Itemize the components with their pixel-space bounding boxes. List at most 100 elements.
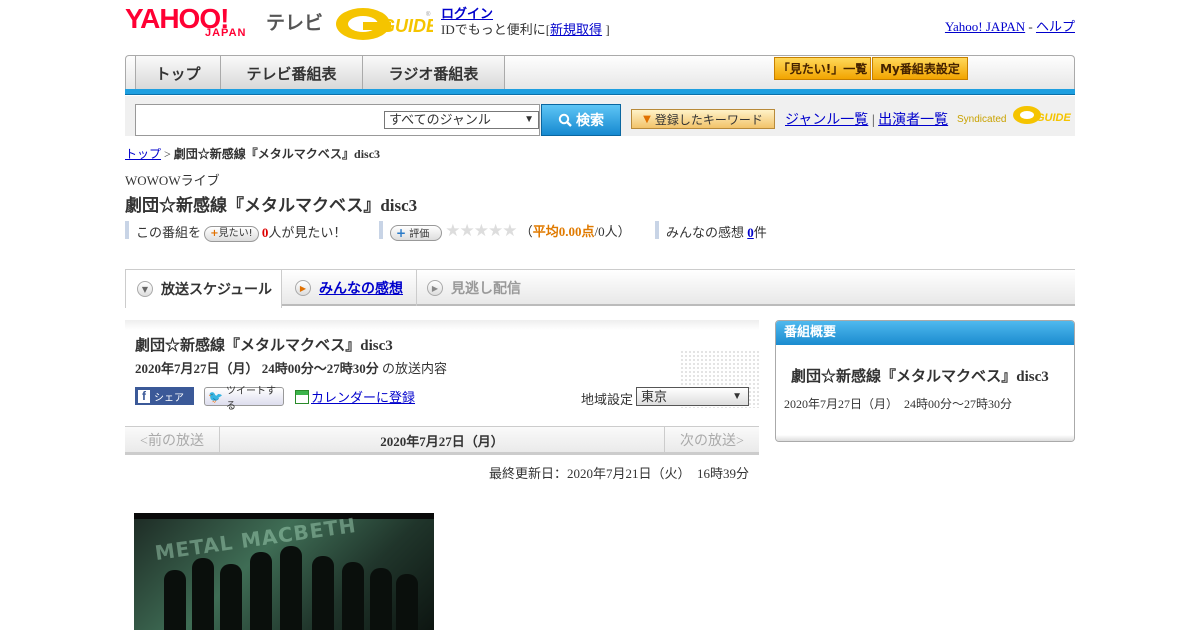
mitai-prefix: この番組を xyxy=(136,225,202,240)
page-title: 劇団☆新感線『メタルマクベス』disc3 xyxy=(125,196,418,215)
impressions-unit: 件 xyxy=(753,225,767,240)
chevron-down-icon: ▼ xyxy=(137,281,153,297)
average-score: 平均0.00点 xyxy=(532,224,595,239)
tweet-button[interactable]: 🐦 ツイートする xyxy=(204,386,284,412)
twitter-bird-icon: 🐦 xyxy=(208,389,223,404)
help-link[interactable]: ヘルプ xyxy=(1036,19,1075,34)
broadcast-day-nav: <前の放送 2020年7月27日（月） 次の放送> xyxy=(125,426,759,455)
mitai-button[interactable]: +見たい! xyxy=(204,226,259,243)
plus-icon: + xyxy=(210,228,219,240)
svg-text:®: ® xyxy=(426,11,431,18)
nav-tab-radio-guide[interactable]: ラジオ番組表 xyxy=(363,56,505,90)
breadcrumb-current: 劇団☆新感線『メタルマクベス』disc3 xyxy=(173,147,381,161)
average-open: （ xyxy=(519,224,533,239)
average-count: /0人） xyxy=(594,224,631,239)
yahoo-japan-logo-text: JAPAN xyxy=(205,27,247,39)
impressions-label: みんなの感想 xyxy=(666,225,745,240)
rating-separator xyxy=(125,221,129,239)
content-tabs: ▼ 放送スケジュール ▶ みんなの感想 ▶ 見逃し配信 xyxy=(125,270,1075,308)
tab-vod-label: 見逃し配信 xyxy=(451,281,521,297)
search-links-separator: | xyxy=(871,113,875,128)
gguide-logo[interactable]: GUIDE ® xyxy=(335,6,433,42)
program-summary-heading: 番組概要 xyxy=(776,321,1074,345)
genre-select[interactable]: すべてのジャンル ▼ xyxy=(384,111,539,129)
tab-schedule[interactable]: ▼ 放送スケジュール xyxy=(125,270,282,308)
mitai-suffix: 人が見たい！ xyxy=(268,225,347,240)
my-guide-settings-button[interactable]: My番組表設定 xyxy=(872,57,968,80)
syndicated-text: Syndicated xyxy=(957,114,1006,125)
impressions-section: みんなの感想 0件 xyxy=(666,222,767,241)
mitai-button-label: 見たい! xyxy=(218,228,253,240)
nav-tab-top[interactable]: トップ xyxy=(135,56,221,90)
tweet-label: ツイートする xyxy=(225,385,276,412)
broadcast-title: 劇団☆新感線『メタルマクベス』disc3 xyxy=(135,338,393,354)
yahoo-japan-link[interactable]: Yahoo! JAPAN xyxy=(945,19,1025,34)
signup-link[interactable]: 新規取得 xyxy=(550,22,602,37)
chevron-right-icon: ▶ xyxy=(295,280,311,296)
login-description-end: ] xyxy=(605,22,610,37)
region-label: 地域設定 xyxy=(581,392,634,407)
svg-text:GUIDE: GUIDE xyxy=(1036,112,1072,124)
broadcast-panel-top xyxy=(125,320,759,330)
search-button[interactable]: 検索 xyxy=(541,104,621,136)
plus-icon: + xyxy=(396,226,407,241)
top-links: Yahoo! JAPAN - ヘルプ xyxy=(945,16,1075,35)
breadcrumb-home-link[interactable]: トップ xyxy=(125,147,161,161)
calendar-register-link[interactable]: カレンダーに登録 xyxy=(311,387,415,406)
login-link[interactable]: ログイン xyxy=(441,6,493,21)
calendar-register[interactable]: カレンダーに登録 xyxy=(295,387,415,406)
broadcast-suffix: の放送内容 xyxy=(382,361,448,376)
rate-button[interactable]: + 評価 xyxy=(390,225,442,242)
region-select-value: 東京 xyxy=(641,389,668,404)
nav-accent-bar xyxy=(125,89,1075,95)
search-button-label: 検索 xyxy=(576,113,604,129)
nav-tab-tv-guide[interactable]: テレビ番組表 xyxy=(221,56,363,90)
facebook-icon: f xyxy=(138,389,150,403)
genre-list-link[interactable]: ジャンル一覧 xyxy=(785,113,868,128)
cast-list-link[interactable]: 出演者一覧 xyxy=(878,113,948,128)
triangle-down-icon: ▼ xyxy=(643,113,651,125)
link-separator: - xyxy=(1025,19,1036,34)
tv-logo-text[interactable]: テレビ xyxy=(266,8,323,35)
region-select[interactable]: 東京 ▼ xyxy=(636,387,749,406)
breadcrumb-separator: > xyxy=(164,147,171,161)
genre-select-value: すべてのジャンル xyxy=(389,112,491,127)
syndicated-gguide-logo: Syndicated GUIDE xyxy=(957,103,1075,134)
tab-schedule-label: 放送スケジュール xyxy=(161,282,273,298)
rating-separator xyxy=(379,221,383,239)
rating-separator xyxy=(655,221,659,239)
svg-text:GUIDE: GUIDE xyxy=(381,16,433,36)
login-box: ログイン IDでもっと便利に[新規取得 ] xyxy=(441,6,610,38)
search-links: ジャンル一覧 | 出演者一覧 xyxy=(785,109,948,129)
program-summary-title: 劇団☆新感線『メタルマクベス』disc3 xyxy=(791,369,1049,385)
chevron-down-icon: ▼ xyxy=(732,391,742,402)
mitai-section: この番組を +見たい! 0人が見たい！ xyxy=(136,222,347,243)
broadcast-date: 2020年7月27日（月） xyxy=(135,361,259,376)
search-icon xyxy=(558,113,572,127)
mitai-list-button[interactable]: 「見たい!」一覧 xyxy=(774,57,871,80)
tab-impressions-label[interactable]: みんなの感想 xyxy=(319,278,403,298)
broadcast-time: 24時00分～27時30分 xyxy=(261,361,379,376)
program-photo: METAL MACBETH xyxy=(134,513,434,630)
calendar-icon xyxy=(295,389,309,404)
tab-impressions[interactable]: ▶ みんなの感想 xyxy=(283,270,417,306)
main-nav: トップ テレビ番組表 ラジオ番組表 「見たい!」一覧 My番組表設定 xyxy=(125,55,1075,93)
channel-name: WOWOWライブ xyxy=(125,173,220,188)
facebook-share-label: シェア xyxy=(154,392,184,404)
login-description: IDでもっと便利に[ xyxy=(441,22,551,37)
current-broadcast-date: 2020年7月27日（月） xyxy=(380,433,504,449)
broadcast-datetime: 2020年7月27日（月） 24時00分～27時30分 の放送内容 xyxy=(135,358,447,377)
rate-button-label: 評価 xyxy=(409,229,430,241)
prev-broadcast: <前の放送 xyxy=(125,427,220,453)
chevron-right-icon: ▶ xyxy=(427,280,443,296)
registered-keywords-button[interactable]: ▼ 登録したキーワード xyxy=(631,109,775,129)
rating-row: この番組を +見たい! 0人が見たい！ + 評価 ★★★★★ （平均0.00点/… xyxy=(125,221,825,243)
last-updated: 最終更新日：2020年7月21日（火） 16時39分 xyxy=(488,466,749,481)
facebook-share-button[interactable]: f シェア xyxy=(135,387,194,405)
rating-section: + 評価 ★★★★★ （平均0.00点/0人） xyxy=(390,221,631,242)
program-summary-datetime: 2020年7月27日（月） 24時00分～27時30分 xyxy=(784,397,1013,411)
breadcrumb: トップ > 劇団☆新感線『メタルマクベス』disc3 xyxy=(125,145,380,162)
rating-stars: ★★★★★ xyxy=(445,221,517,240)
next-broadcast: 次の放送> xyxy=(664,427,759,453)
program-summary-panel: 番組概要 劇団☆新感線『メタルマクベス』disc3 2020年7月27日（月） … xyxy=(775,320,1075,442)
